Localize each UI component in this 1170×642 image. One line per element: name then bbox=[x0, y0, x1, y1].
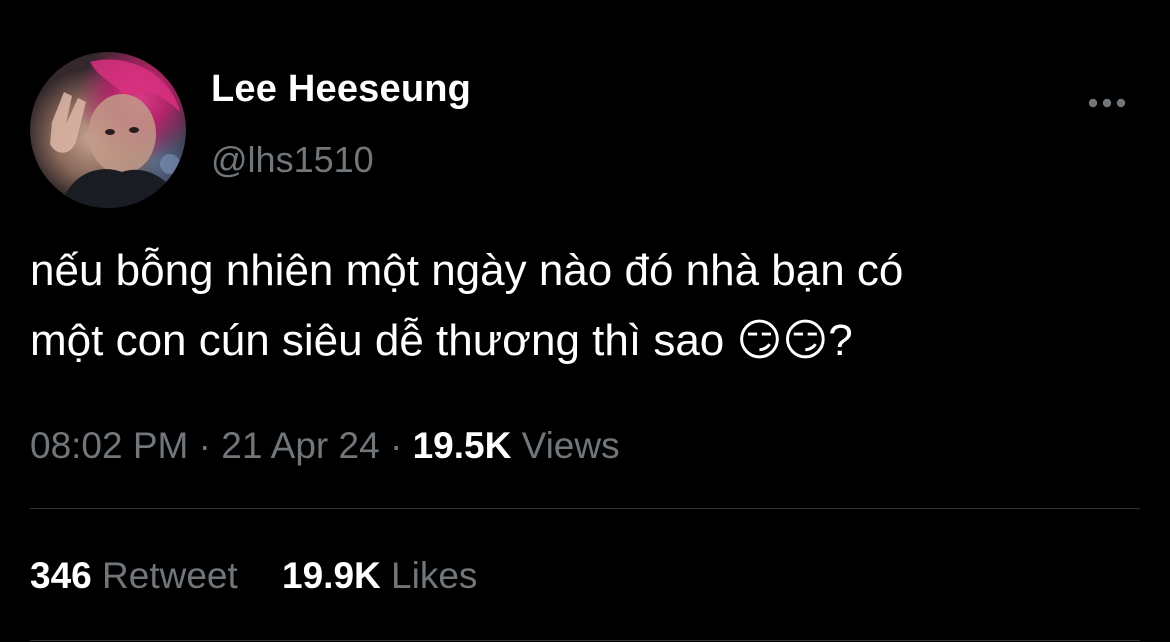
meta-separator: · bbox=[198, 425, 211, 466]
likes-count: 19.9K bbox=[282, 555, 381, 596]
avatar[interactable] bbox=[30, 52, 186, 208]
author-display-name[interactable]: Lee Heeseung bbox=[211, 68, 471, 111]
likes-stat[interactable]: 19.9K Likes bbox=[282, 555, 477, 597]
retweets-count: 346 bbox=[30, 555, 92, 596]
views-count: 19.5K bbox=[412, 425, 512, 466]
divider bbox=[30, 640, 1140, 641]
engagement-stats: 346 Retweet 19.9K Likes bbox=[30, 555, 477, 597]
author-handle[interactable]: @lhs1510 bbox=[211, 139, 374, 181]
retweets-label: Retweet bbox=[102, 555, 238, 596]
tweet-card: Lee Heeseung @lhs1510 nếu bỗng nhiên một… bbox=[0, 0, 1170, 642]
meta-separator: · bbox=[389, 425, 403, 466]
tweet-time[interactable]: 08:02 PM bbox=[30, 425, 188, 466]
divider bbox=[30, 508, 1140, 509]
tweet-text: nếu bỗng nhiên một ngày nào đó nhà bạn c… bbox=[30, 246, 904, 365]
more-options-button[interactable] bbox=[1084, 90, 1130, 116]
retweets-stat[interactable]: 346 Retweet bbox=[30, 555, 238, 597]
profile-photo-icon bbox=[50, 59, 186, 208]
tweet-metadata: 08:02 PM · 21 Apr 24 · 19.5K Views bbox=[30, 425, 620, 467]
views-label: Views bbox=[521, 425, 620, 466]
more-horizontal-icon bbox=[1088, 98, 1126, 108]
tweet-date[interactable]: 21 Apr 24 bbox=[221, 425, 379, 466]
likes-label: Likes bbox=[391, 555, 478, 596]
